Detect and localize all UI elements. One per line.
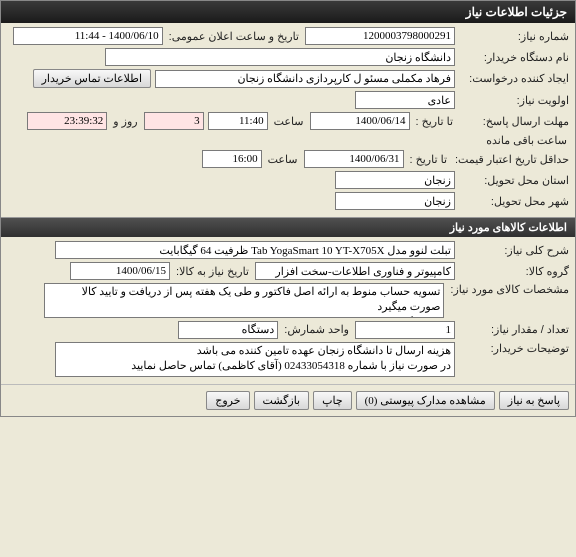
buyer-field[interactable] bbox=[105, 48, 455, 66]
need-date-field[interactable] bbox=[70, 262, 170, 280]
time-label-1: ساعت bbox=[272, 115, 306, 128]
need-no-label: شماره نیاز: bbox=[459, 30, 569, 43]
price-valid-time-field[interactable] bbox=[202, 150, 262, 168]
province-label: استان محل تحویل: bbox=[459, 174, 569, 187]
attachments-button[interactable]: مشاهده مدارک پیوستی (0) bbox=[356, 391, 495, 410]
unit-field[interactable] bbox=[178, 321, 278, 339]
city-field[interactable] bbox=[335, 192, 455, 210]
spec-field[interactable] bbox=[44, 283, 444, 318]
priority-field[interactable] bbox=[355, 91, 455, 109]
footer-toolbar: پاسخ به نیاز مشاهده مدارک پیوستی (0) چاپ… bbox=[1, 384, 575, 416]
price-valid-date-field[interactable] bbox=[304, 150, 404, 168]
spec-label: مشخصات کالای مورد نیاز: bbox=[448, 283, 569, 296]
back-button[interactable]: بازگشت bbox=[254, 391, 310, 410]
desc-field[interactable] bbox=[55, 241, 455, 259]
exit-button[interactable]: خروج bbox=[206, 391, 249, 410]
buyer-note-label: توضیحات خریدار: bbox=[459, 342, 569, 355]
until-label: تا تاریخ : bbox=[414, 115, 455, 128]
items-section: شرح کلی نیاز: گروه کالا: تاریخ نیاز به ک… bbox=[1, 237, 575, 384]
contact-info-button[interactable]: اطلاعات تماس خریدار bbox=[33, 69, 151, 88]
reply-button[interactable]: پاسخ به نیاز bbox=[499, 391, 569, 410]
remain-days-field bbox=[144, 112, 204, 130]
group-label: گروه کالا: bbox=[459, 265, 569, 278]
desc-label: شرح کلی نیاز: bbox=[459, 244, 569, 257]
general-section: شماره نیاز: تاریخ و ساعت اعلان عمومی: نا… bbox=[1, 23, 575, 217]
creator-field[interactable] bbox=[155, 70, 455, 88]
remain-time-field bbox=[27, 112, 107, 130]
deadline-date-field[interactable] bbox=[310, 112, 410, 130]
qty-label: تعداد / مقدار نیاز: bbox=[459, 323, 569, 336]
window: جزئیات اطلاعات نیاز شماره نیاز: تاریخ و … bbox=[0, 0, 576, 417]
remain-days-label: روز و bbox=[111, 115, 139, 128]
announce-label: تاریخ و ساعت اعلان عمومی: bbox=[167, 30, 301, 43]
deadline-time-field[interactable] bbox=[208, 112, 268, 130]
price-valid-label: حداقل تاریخ اعتبار قیمت: bbox=[453, 153, 569, 166]
deadline-label: مهلت ارسال پاسخ: bbox=[459, 115, 569, 128]
items-section-header: اطلاعات کالاهای مورد نیاز bbox=[1, 217, 575, 237]
print-button[interactable]: چاپ bbox=[313, 391, 352, 410]
window-title: جزئیات اطلاعات نیاز bbox=[1, 1, 575, 23]
qty-field[interactable] bbox=[355, 321, 455, 339]
priority-label: اولویت نیاز: bbox=[459, 94, 569, 107]
need-date-label: تاریخ نیاز به کالا: bbox=[174, 265, 251, 278]
time-label-2: ساعت bbox=[266, 153, 300, 166]
province-field[interactable] bbox=[335, 171, 455, 189]
remain-suffix-label: ساعت باقی مانده bbox=[484, 134, 569, 147]
buyer-label: نام دستگاه خریدار: bbox=[459, 51, 569, 64]
until-label-2: تا تاریخ : bbox=[408, 153, 449, 166]
buyer-note-field[interactable] bbox=[55, 342, 455, 377]
group-field[interactable] bbox=[255, 262, 455, 280]
creator-label: ایجاد کننده درخواست: bbox=[459, 72, 569, 85]
unit-label: واحد شمارش: bbox=[282, 323, 351, 336]
city-label: شهر محل تحویل: bbox=[459, 195, 569, 208]
announce-field[interactable] bbox=[13, 27, 163, 45]
need-no-field[interactable] bbox=[305, 27, 455, 45]
